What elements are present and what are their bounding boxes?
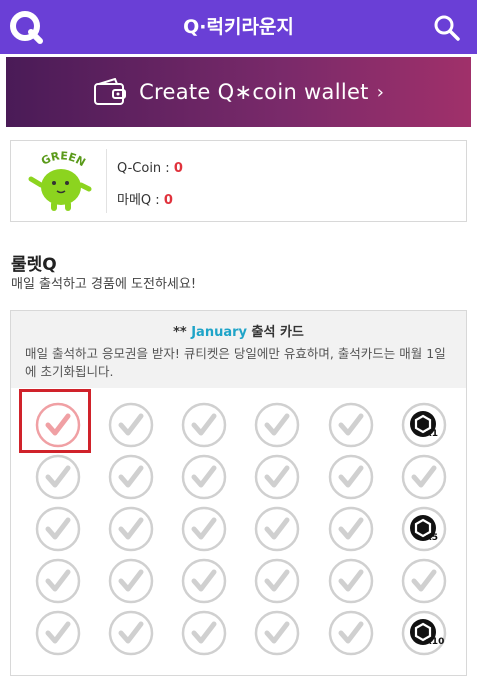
check-circle-icon — [35, 558, 81, 604]
app-header: Q·럭키라운지 — [0, 0, 477, 54]
attendance-day[interactable] — [254, 558, 300, 604]
reward-multiplier-label: x1 — [426, 429, 438, 439]
attendance-day[interactable] — [181, 454, 227, 500]
attendance-day[interactable] — [401, 454, 447, 500]
svg-text:GREEN: GREEN — [39, 149, 88, 169]
mameq-label: 마메Q : — [117, 193, 164, 208]
reward-coin-x1[interactable]: x1 — [401, 402, 447, 448]
chevron-right-icon: › — [376, 81, 384, 103]
attendance-day[interactable] — [108, 402, 154, 448]
check-circle-icon — [181, 558, 227, 604]
check-circle-icon — [254, 454, 300, 500]
reward-coin-x10[interactable]: x10 — [401, 610, 447, 656]
attendance-day-today[interactable] — [35, 402, 81, 448]
attendance-day[interactable] — [254, 454, 300, 500]
attendance-day[interactable] — [108, 558, 154, 604]
search-icon[interactable] — [433, 14, 461, 42]
reward-multiplier-label: x5 — [426, 533, 438, 543]
check-circle-icon — [35, 610, 81, 656]
qcoin-reward-icon: x10 — [401, 610, 447, 656]
check-circle-icon — [108, 558, 154, 604]
check-circle-icon — [35, 506, 81, 552]
check-circle-icon — [254, 610, 300, 656]
check-circle-icon — [35, 454, 81, 500]
check-circle-icon — [181, 610, 227, 656]
qcoin-label: Q-Coin : — [117, 161, 174, 176]
qcoin-value: 0 — [173, 161, 183, 176]
check-circle-icon — [108, 454, 154, 500]
check-circle-icon — [328, 506, 374, 552]
attendance-day[interactable] — [108, 610, 154, 656]
mameq-stat: 마메Q : 0 — [117, 189, 173, 208]
attendance-description: 매일 출석하고 응모권을 받자! 큐티켓은 당일에만 유효하며, 출석카드는 매… — [25, 346, 446, 379]
profile-divider — [106, 149, 107, 213]
qcoin-reward-icon: x5 — [401, 506, 447, 552]
section-subtitle: 매일 출석하고 경품에 도전하세요! — [11, 277, 197, 292]
profile-card: GREEN Q-Coin : 0 마메Q : 0 — [10, 140, 467, 222]
qcoin-stat: Q-Coin : 0 — [117, 161, 183, 176]
attendance-day[interactable] — [35, 454, 81, 500]
create-wallet-label: Create Q∗coin wallet — [139, 80, 369, 104]
title-prefix: ** — [173, 325, 192, 340]
check-circle-icon — [108, 506, 154, 552]
green-grade-mascot-icon: GREEN — [28, 149, 92, 211]
attendance-day[interactable] — [108, 506, 154, 552]
check-circle-icon — [35, 402, 81, 448]
section-title: 룰렛Q — [11, 255, 57, 275]
attendance-day[interactable] — [328, 454, 374, 500]
attendance-day[interactable] — [108, 454, 154, 500]
reward-coin-x5[interactable]: x5 — [401, 506, 447, 552]
attendance-day[interactable] — [401, 558, 447, 604]
check-circle-icon — [328, 558, 374, 604]
check-circle-icon — [108, 610, 154, 656]
attendance-month: January — [191, 325, 247, 340]
attendance-day[interactable] — [181, 610, 227, 656]
attendance-day[interactable] — [35, 506, 81, 552]
check-circle-icon — [401, 558, 447, 604]
attendance-day[interactable] — [328, 506, 374, 552]
check-circle-icon — [328, 610, 374, 656]
attendance-card-title: ** January 출석 카드 — [11, 321, 466, 340]
wallet-icon — [94, 78, 127, 105]
check-circle-icon — [328, 402, 374, 448]
check-circle-icon — [254, 558, 300, 604]
check-circle-icon — [254, 402, 300, 448]
attendance-day[interactable] — [181, 506, 227, 552]
reward-multiplier-label: x10 — [426, 637, 444, 647]
attendance-day[interactable] — [35, 558, 81, 604]
attendance-day[interactable] — [254, 610, 300, 656]
attendance-card-header: ** January 출석 카드 매일 출석하고 응모권을 받자! 큐티켓은 당… — [11, 311, 466, 388]
check-circle-icon — [181, 454, 227, 500]
qcoin-reward-icon: x1 — [401, 402, 447, 448]
attendance-day[interactable] — [328, 610, 374, 656]
grade-badge-text: GREEN — [39, 149, 88, 169]
attendance-card: ** January 출석 카드 매일 출석하고 응모권을 받자! 큐티켓은 당… — [10, 310, 467, 676]
mameq-value: 0 — [163, 193, 173, 208]
check-circle-icon — [108, 402, 154, 448]
check-circle-icon — [181, 402, 227, 448]
check-circle-icon — [401, 454, 447, 500]
title-suffix: 출석 카드 — [247, 325, 304, 340]
check-circle-icon — [254, 506, 300, 552]
attendance-day[interactable] — [254, 402, 300, 448]
attendance-day[interactable] — [181, 402, 227, 448]
attendance-day[interactable] — [181, 558, 227, 604]
attendance-day[interactable] — [328, 402, 374, 448]
attendance-day[interactable] — [328, 558, 374, 604]
attendance-day[interactable] — [35, 610, 81, 656]
check-circle-icon — [328, 454, 374, 500]
attendance-day[interactable] — [254, 506, 300, 552]
check-circle-icon — [181, 506, 227, 552]
page-title: Q·럭키라운지 — [183, 16, 294, 38]
create-wallet-banner[interactable]: Create Q∗coin wallet › — [6, 57, 471, 127]
